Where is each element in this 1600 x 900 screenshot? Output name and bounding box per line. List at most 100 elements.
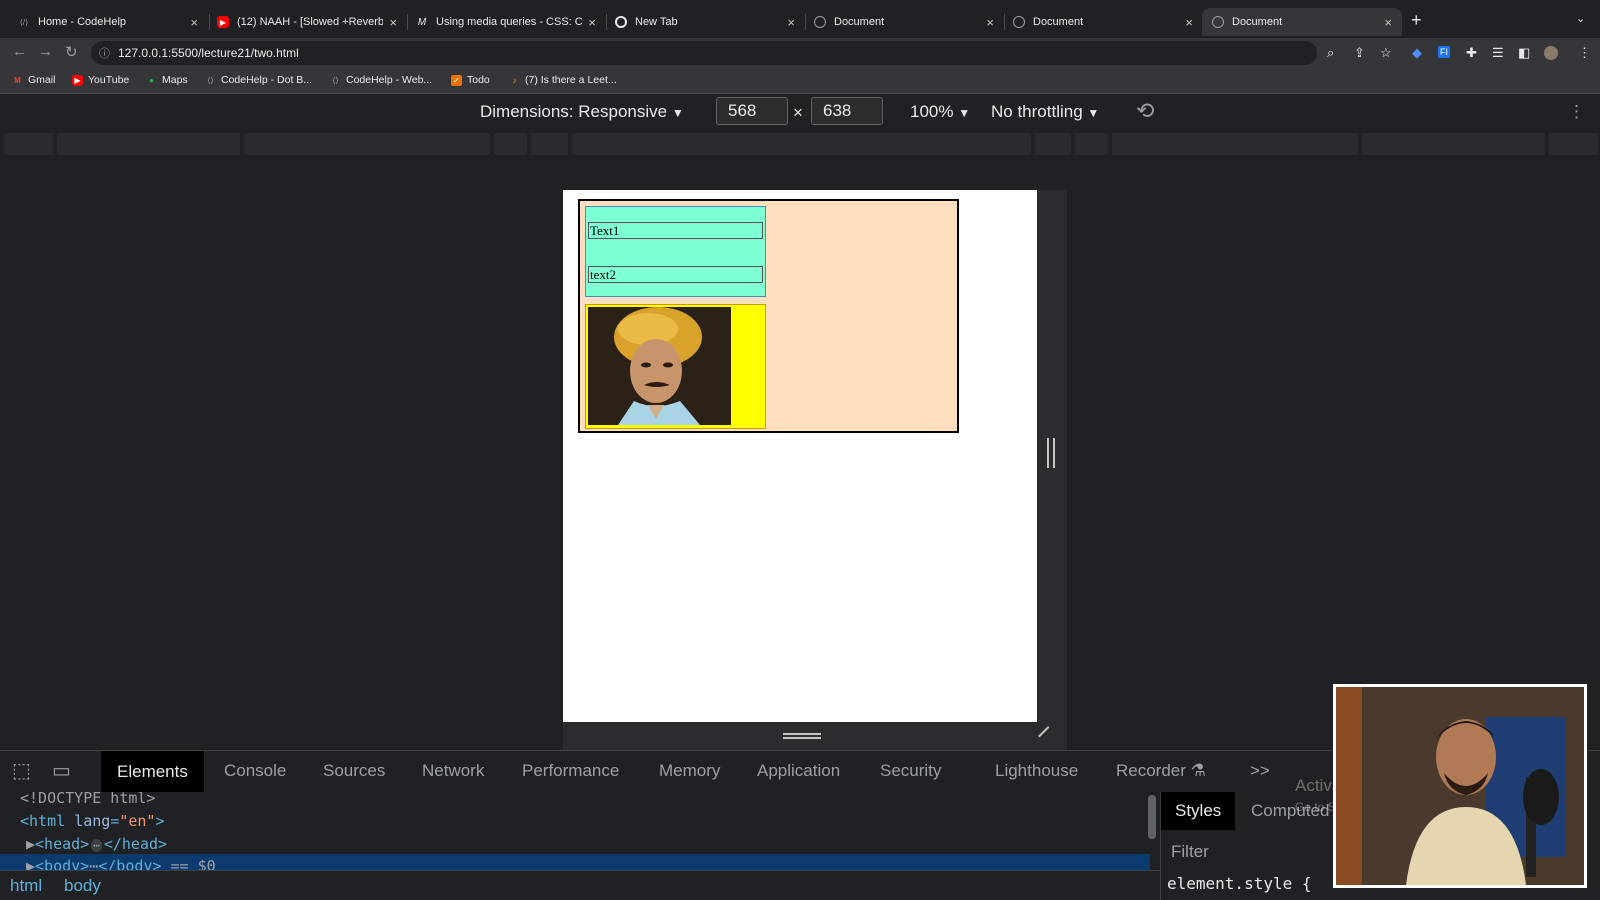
media-query-segment[interactable] — [1112, 133, 1358, 155]
close-tab-icon[interactable]: × — [986, 15, 994, 30]
bookmark-codehelp-dot[interactable]: ⟨⟩ CodeHelp - Dot B... — [205, 74, 312, 86]
inspect-element-icon[interactable]: ⬚ — [12, 758, 31, 783]
collapsed-ellipsis[interactable]: ⋯ — [91, 839, 102, 852]
throttling-dropdown[interactable]: No throttling ▼ — [991, 102, 1099, 122]
rotate-icon[interactable]: ⟲ — [1136, 98, 1154, 124]
profile-avatar[interactable] — [1544, 46, 1558, 60]
media-query-segment[interactable] — [1035, 133, 1071, 155]
bookmark-star-icon[interactable]: ☆ — [1380, 45, 1392, 61]
tag-close: </body> — [98, 857, 162, 870]
extensions-puzzle-icon[interactable]: ✚ — [1466, 45, 1477, 61]
site-info-icon[interactable]: ⓘ — [99, 45, 110, 61]
zoom-icon[interactable]: ⌕ — [1327, 45, 1334, 61]
expand-triangle-icon[interactable]: ▶ — [26, 857, 35, 870]
resize-grip-icon — [783, 733, 821, 739]
side-panel-icon[interactable]: ◧ — [1518, 45, 1530, 61]
viewport-width-resize-handle[interactable] — [1037, 190, 1067, 722]
width-input[interactable]: 568 — [716, 97, 788, 125]
close-tab-icon[interactable]: × — [1384, 15, 1392, 30]
close-tab-icon[interactable]: × — [389, 15, 397, 30]
collapsed-ellipsis[interactable]: ⋯ — [89, 857, 98, 870]
breadcrumb-body[interactable]: body — [64, 876, 101, 896]
dimensions-label: Dimensions: Responsive — [480, 102, 668, 121]
device-more-icon[interactable]: ⋮ — [1568, 102, 1585, 122]
bookmark-todo[interactable]: ✓ Todo — [451, 74, 490, 86]
tab-recorder[interactable]: Recorder ⚗ — [1116, 761, 1206, 781]
media-query-segment[interactable] — [531, 133, 568, 155]
tab-console[interactable]: Console — [224, 761, 286, 781]
forward-icon[interactable]: → — [38, 43, 53, 60]
attr-name: lang — [74, 812, 111, 830]
zoom-dropdown[interactable]: 100% ▼ — [910, 102, 970, 122]
tab-styles[interactable]: Styles — [1161, 792, 1236, 830]
more-tabs-icon[interactable]: >> — [1250, 761, 1270, 781]
globe-icon — [814, 16, 826, 28]
breadcrumb-html[interactable]: html — [10, 876, 42, 896]
bookmark-youtube[interactable]: ▶ YouTube — [72, 74, 129, 86]
bookmark-codehelp-web[interactable]: ⟨⟩ CodeHelp - Web... — [330, 74, 432, 86]
media-query-segment[interactable] — [1549, 133, 1598, 155]
tab-network[interactable]: Network — [422, 761, 484, 781]
browser-tab[interactable]: New Tab × — [605, 8, 805, 36]
dom-head-node[interactable]: ▶<head> ⋯ </head> — [26, 835, 167, 853]
close-tab-icon[interactable]: × — [787, 15, 795, 30]
media-query-segment[interactable] — [244, 133, 490, 155]
youtube-icon: ▶ — [72, 74, 83, 86]
browser-menu-icon[interactable]: ⋮ — [1578, 45, 1591, 61]
height-input[interactable]: 638 — [811, 97, 883, 125]
media-query-segment[interactable] — [494, 133, 527, 155]
expand-triangle-icon[interactable]: ▶ — [26, 835, 35, 853]
bookmark-maps[interactable]: ● Maps — [146, 74, 188, 86]
corner-resize-icon[interactable] — [1038, 726, 1058, 746]
dom-html-node[interactable]: <html lang="en"> — [20, 812, 165, 830]
extension-fh-icon[interactable]: FI — [1438, 46, 1450, 58]
tab-elements[interactable]: Elements — [101, 751, 204, 792]
tab-lighthouse[interactable]: Lighthouse — [995, 761, 1078, 781]
dom-body-node[interactable]: ▶<body>⋯</body> == $0 — [26, 857, 216, 870]
device-toggle-icon[interactable]: ▭ — [52, 758, 71, 783]
close-tab-icon[interactable]: × — [1185, 15, 1193, 30]
new-tab-icon[interactable]: + — [1411, 10, 1422, 31]
share-icon[interactable]: ⇪ — [1354, 45, 1365, 61]
tab-recorder-label: Recorder — [1116, 761, 1186, 780]
tab-sources[interactable]: Sources — [323, 761, 385, 781]
browser-tab[interactable]: ⟨/⟩ Home - CodeHelp × — [8, 8, 208, 36]
media-query-segment[interactable] — [572, 133, 1031, 155]
address-bar[interactable]: ⓘ 127.0.0.1:5500/lecture21/two.html — [91, 41, 1317, 65]
browser-tab[interactable]: ▶ (12) NAAH - [Slowed +Reverb] × — [207, 8, 407, 36]
tab-memory[interactable]: Memory — [659, 761, 720, 781]
bookmark-label: (7) Is there a Leet... — [525, 74, 617, 86]
attr-equals: = — [110, 812, 120, 830]
styles-filter-input[interactable]: Filter — [1171, 842, 1209, 862]
bookmark-leetcode[interactable]: ♪ (7) Is there a Leet... — [509, 74, 617, 86]
elements-dom-tree: <!DOCTYPE html> <html lang="en"> ▶<head>… — [0, 792, 1150, 870]
browser-tab[interactable]: Document × — [1003, 8, 1203, 36]
caret-down-icon: ▼ — [1087, 106, 1100, 120]
tag-open: <body> — [35, 857, 90, 870]
dimensions-dropdown[interactable]: Dimensions: Responsive ▼ — [480, 102, 684, 122]
tab-search-icon[interactable]: ⌄ — [1576, 12, 1585, 25]
bookmark-gmail[interactable]: M Gmail — [12, 74, 55, 86]
dom-doctype[interactable]: <!DOCTYPE html> — [20, 792, 155, 807]
tab-title: Using media queries - CSS: Ca — [436, 16, 583, 28]
browser-tab[interactable]: Document × — [804, 8, 1004, 36]
elements-scrollbar[interactable] — [1148, 795, 1156, 839]
reading-list-icon[interactable]: ☰ — [1492, 45, 1504, 61]
browser-tab[interactable]: M Using media queries - CSS: Ca × — [406, 8, 606, 36]
close-tab-icon[interactable]: × — [588, 15, 596, 30]
media-query-segment[interactable] — [4, 133, 53, 155]
browser-tab-active[interactable]: Document × — [1202, 8, 1402, 36]
tab-security[interactable]: Security — [880, 761, 941, 781]
media-query-segment[interactable] — [1075, 133, 1108, 155]
tab-title: (12) NAAH - [Slowed +Reverb] — [237, 16, 384, 28]
close-tab-icon[interactable]: × — [190, 15, 198, 30]
tab-application[interactable]: Application — [757, 761, 840, 781]
gmail-icon: M — [14, 75, 21, 85]
extension-shield-icon[interactable]: ◆ — [1412, 45, 1422, 61]
media-query-segment[interactable] — [57, 133, 240, 155]
media-query-segment[interactable] — [1362, 133, 1545, 155]
reload-icon[interactable]: ↻ — [65, 43, 78, 61]
tab-performance[interactable]: Performance — [522, 761, 619, 781]
viewport-height-resize-handle[interactable] — [563, 722, 1067, 750]
back-icon[interactable]: ← — [12, 43, 27, 60]
